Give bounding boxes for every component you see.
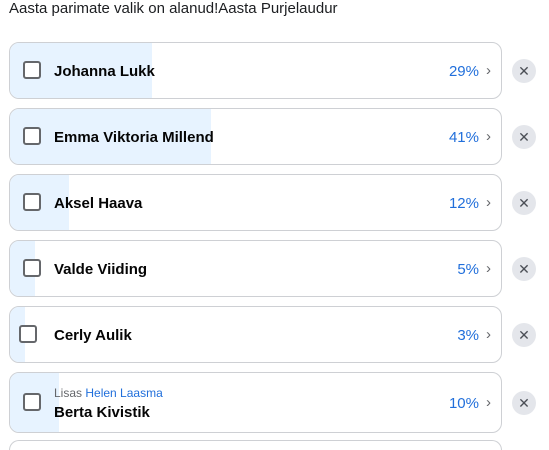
close-icon: ✕ — [518, 195, 530, 211]
close-icon: ✕ — [518, 261, 530, 277]
option-percent: 12% — [448, 195, 479, 212]
remove-option-button[interactable]: ✕ — [512, 391, 536, 415]
remove-option-button[interactable]: ✕ — [512, 323, 536, 347]
next-option-edge — [9, 440, 502, 450]
poll-option[interactable]: Aksel Haava 12% › — [9, 174, 502, 231]
option-checkbox[interactable] — [19, 325, 37, 343]
option-name: Cerly Aulik — [54, 327, 132, 344]
option-checkbox[interactable] — [23, 127, 41, 145]
option-name: Emma Viktoria Millend — [54, 129, 214, 146]
option-name: Berta Kivistik — [54, 404, 150, 421]
option-percent: 41% — [448, 129, 479, 146]
added-by-prefix: Lisas — [54, 386, 83, 400]
poll-option[interactable]: Johanna Lukk 29% › — [9, 42, 502, 99]
option-name: Johanna Lukk — [54, 63, 155, 80]
option-checkbox[interactable] — [23, 193, 41, 211]
close-icon: ✕ — [518, 395, 530, 411]
remove-option-button[interactable]: ✕ — [512, 191, 536, 215]
chevron-right-icon: › — [486, 128, 491, 145]
close-icon: ✕ — [518, 327, 530, 343]
remove-option-button[interactable]: ✕ — [512, 257, 536, 281]
option-name: Valde Viiding — [54, 261, 148, 278]
option-checkbox[interactable] — [23, 393, 41, 411]
added-by-line: Lisas Helen Laasma — [54, 386, 163, 400]
close-icon: ✕ — [518, 63, 530, 79]
remove-option-button[interactable]: ✕ — [512, 125, 536, 149]
option-percent: 29% — [448, 63, 479, 80]
chevron-right-icon: › — [486, 260, 491, 277]
poll-option[interactable]: Valde Viiding 5% › — [9, 240, 502, 297]
option-percent: 3% — [457, 327, 479, 344]
option-checkbox[interactable] — [23, 61, 41, 79]
chevron-right-icon: › — [486, 326, 491, 343]
option-percent: 5% — [457, 261, 479, 278]
chevron-right-icon: › — [486, 62, 491, 79]
close-icon: ✕ — [518, 129, 530, 145]
option-checkbox[interactable] — [23, 259, 41, 277]
chevron-right-icon: › — [486, 394, 491, 411]
remove-option-button[interactable]: ✕ — [512, 59, 536, 83]
poll-option[interactable]: Cerly Aulik 3% › — [9, 306, 502, 363]
added-by-user-link[interactable]: Helen Laasma — [85, 386, 162, 400]
chevron-right-icon: › — [486, 194, 491, 211]
option-percent: 10% — [448, 395, 479, 412]
poll-option[interactable]: Emma Viktoria Millend 41% › — [9, 108, 502, 165]
poll-title: Aasta parimate valik on alanud!Aasta Pur… — [9, 0, 338, 17]
poll-option[interactable]: Lisas Helen Laasma Berta Kivistik 10% › — [9, 372, 502, 433]
option-name: Aksel Haava — [54, 195, 143, 212]
